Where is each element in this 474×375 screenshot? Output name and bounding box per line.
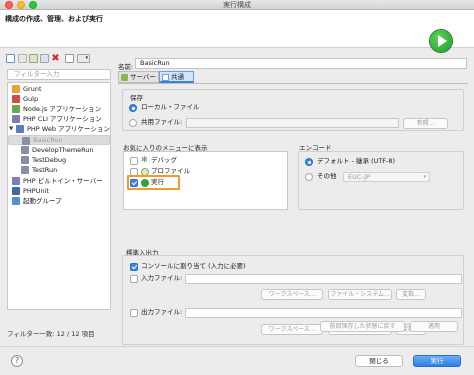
configuration-tree: Grunt Gulp Node.js アプリケーション PHP CLI アプリケ… bbox=[7, 82, 111, 310]
name-input[interactable]: BasicRun bbox=[135, 58, 467, 69]
output-file-field[interactable] bbox=[185, 308, 462, 318]
input-file-field[interactable] bbox=[185, 274, 462, 284]
local-file-radio[interactable] bbox=[129, 104, 137, 112]
help-icon[interactable]: ? bbox=[11, 355, 23, 367]
favorite-debug-checkbox[interactable] bbox=[130, 157, 138, 165]
output-workspace-button[interactable]: ワークスペース... bbox=[261, 324, 323, 335]
tree-item-phpunit[interactable]: PHPUnit bbox=[12, 186, 110, 196]
collapse-all-icon[interactable] bbox=[65, 54, 74, 63]
config-icon bbox=[21, 166, 29, 174]
run-highlight-box bbox=[127, 175, 180, 190]
tree-item-php-cli[interactable]: PHP CLI アプリケーション bbox=[12, 114, 110, 124]
title-bar: 実行構成 bbox=[0, 0, 474, 10]
save-group-label: 保存 bbox=[130, 94, 143, 102]
config-icon bbox=[21, 146, 29, 154]
tree-item-launch-group[interactable]: 起動グループ bbox=[12, 196, 110, 206]
encoding-default-radio[interactable] bbox=[305, 158, 313, 166]
phpunit-icon bbox=[12, 187, 20, 195]
tree-item-testrun[interactable]: TestRun bbox=[21, 165, 110, 175]
php-icon bbox=[12, 115, 20, 123]
config-toolbar: ✖ ▾ bbox=[4, 52, 112, 65]
input-file-checkbox[interactable] bbox=[130, 275, 138, 283]
configuration-tree-pane: ✖ ▾ フィルター入力 Grunt Gulp Node.js アプリケーション … bbox=[4, 52, 112, 342]
new-config-icon[interactable] bbox=[6, 54, 15, 63]
tree-item-grunt[interactable]: Grunt bbox=[12, 84, 110, 94]
output-file-checkbox[interactable] bbox=[130, 309, 138, 317]
input-workspace-button[interactable]: ワークスペース... bbox=[261, 289, 323, 300]
run-configurations-window: 実行構成 構成の作成、管理、および実行 ✖ ▾ フィルター入力 Grunt Gu… bbox=[0, 0, 474, 375]
filter-count: フィルター一致: 12 / 12 項目 bbox=[7, 330, 95, 338]
run-button[interactable]: 実行 bbox=[413, 355, 461, 367]
shared-file-radio[interactable] bbox=[129, 119, 137, 127]
filter-input[interactable]: フィルター入力 bbox=[7, 69, 111, 80]
php-server-icon bbox=[12, 177, 20, 185]
tab-common[interactable]: 共通 bbox=[159, 71, 194, 83]
php-web-icon bbox=[16, 125, 24, 133]
favorites-list: ✻ デバッグ プロファイル 実行 bbox=[123, 151, 288, 210]
tree-item-testdebug[interactable]: TestDebug bbox=[21, 155, 110, 165]
run-icon bbox=[430, 30, 452, 52]
encoding-select[interactable]: EUC-JP ▾ bbox=[343, 172, 430, 182]
shared-browse-button[interactable]: 参照... bbox=[403, 118, 448, 129]
encoding-group: デフォルト - 継承 (UTF-8) その他 EUC-JP ▾ bbox=[298, 151, 464, 210]
filter-menu-icon[interactable]: ▾ bbox=[77, 54, 90, 63]
tree-item-php-web[interactable]: PHP Web アプリケーション bbox=[16, 124, 110, 134]
name-label: 名前: bbox=[118, 63, 134, 71]
expand-triangle-icon[interactable]: ▼ bbox=[9, 124, 13, 134]
delete-icon[interactable]: ✖ bbox=[51, 54, 60, 64]
tree-item-gulp[interactable]: Gulp bbox=[12, 94, 110, 104]
configuration-editor: 名前: BasicRun サーバー 共通 保存 ローカル・ファイル 共用ファイル… bbox=[114, 52, 470, 345]
nodejs-icon bbox=[12, 105, 20, 113]
tab-server[interactable]: サーバー bbox=[118, 71, 159, 83]
tree-item-developthemerun[interactable]: DevelopThemeRun bbox=[21, 145, 110, 155]
export-icon[interactable] bbox=[29, 54, 38, 63]
grunt-icon bbox=[12, 85, 20, 93]
tree-item-nodejs[interactable]: Node.js アプリケーション bbox=[12, 104, 110, 114]
save-group: 保存 ローカル・ファイル 共用ファイル: 参照... bbox=[122, 89, 464, 131]
input-file-label: 入力ファイル: bbox=[141, 274, 183, 282]
shared-file-label: 共用ファイル: bbox=[141, 118, 183, 126]
output-file-label: 出力ファイル: bbox=[141, 308, 183, 316]
common-icon bbox=[162, 74, 169, 81]
console-checkbox[interactable] bbox=[130, 263, 138, 271]
chevron-down-icon: ▾ bbox=[423, 174, 426, 180]
close-button[interactable]: 閉じる bbox=[355, 355, 403, 367]
shared-file-input[interactable] bbox=[186, 118, 399, 128]
encoding-other-label: その他 bbox=[317, 172, 337, 180]
dialog-footer: ? 閉じる 実行 bbox=[0, 346, 474, 375]
revert-button[interactable]: 前回保存した状態に戻す bbox=[320, 321, 405, 332]
console-label: コンソールに割り当て (入力に必要) bbox=[141, 262, 246, 270]
encoding-other-radio[interactable] bbox=[305, 173, 313, 181]
config-icon bbox=[21, 156, 29, 164]
config-icon bbox=[22, 137, 30, 145]
server-icon bbox=[121, 74, 128, 81]
encoding-default-label: デフォルト - 継承 (UTF-8) bbox=[317, 157, 396, 165]
input-filesystem-button[interactable]: ファイル・システム... bbox=[328, 289, 392, 300]
tree-item-basicrun[interactable]: BasicRun bbox=[8, 135, 110, 145]
window-title: 実行構成 bbox=[223, 1, 251, 9]
debug-icon: ✻ bbox=[141, 155, 148, 164]
new-prototype-icon[interactable] bbox=[18, 54, 27, 63]
apply-button[interactable]: 適用 bbox=[410, 321, 458, 332]
gulp-icon bbox=[12, 95, 20, 103]
tree-item-php-builtin-server[interactable]: PHP ビルトイン・サーバー bbox=[12, 176, 110, 186]
header-banner: 構成の作成、管理、および実行 bbox=[0, 10, 474, 52]
launch-group-icon bbox=[12, 197, 20, 205]
local-file-label: ローカル・ファイル bbox=[141, 103, 200, 111]
banner-title: 構成の作成、管理、および実行 bbox=[5, 15, 103, 23]
duplicate-icon[interactable] bbox=[40, 54, 49, 63]
input-variables-button[interactable]: 変数... bbox=[396, 289, 426, 300]
favorite-debug-label: デバッグ bbox=[151, 156, 177, 164]
